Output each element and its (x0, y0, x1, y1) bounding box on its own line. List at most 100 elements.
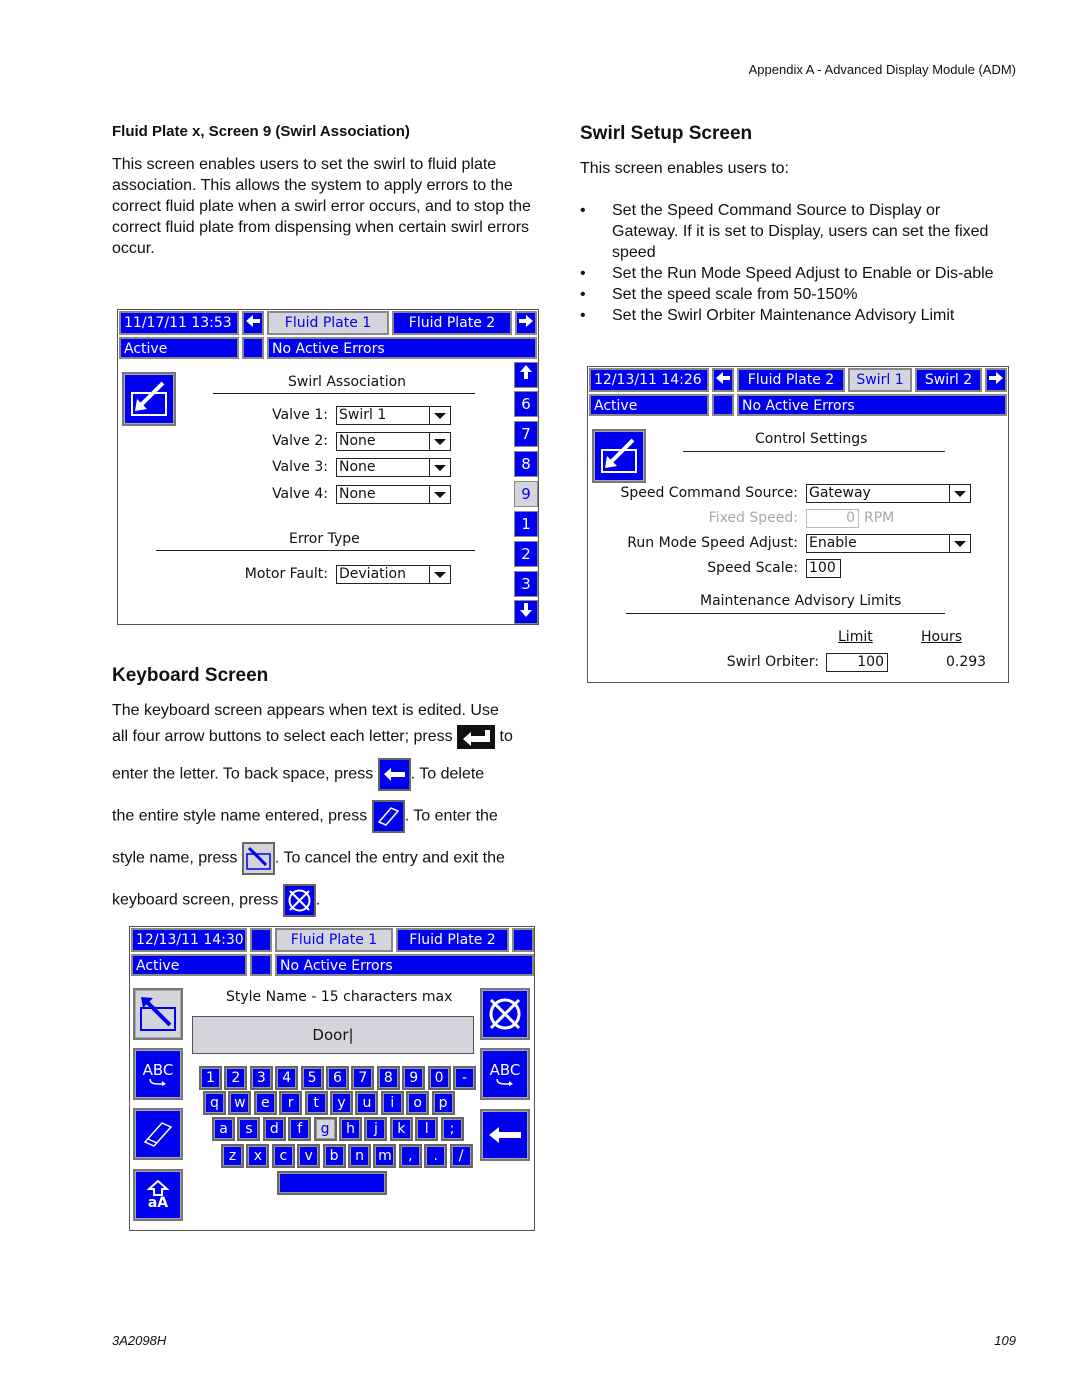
page-button-1[interactable]: 1 (514, 511, 538, 537)
valve-1-dropdown[interactable]: Swirl 1 (336, 406, 451, 425)
cancel-icon (282, 884, 316, 917)
key-1[interactable]: 1 (199, 1066, 222, 1090)
swirl-association-heading: Fluid Plate x, Screen 9 (Swirl Associati… (112, 123, 410, 140)
speed-command-source-dropdown[interactable]: Gateway (806, 484, 971, 503)
key-i[interactable]: i (380, 1091, 404, 1115)
prev-tab-button[interactable] (242, 311, 264, 335)
next-tab-button[interactable] (515, 311, 537, 335)
tab-fluid-plate-2[interactable]: Fluid Plate 2 (737, 368, 845, 392)
page-button-2[interactable]: 2 (514, 541, 538, 567)
speed-command-source-value: Gateway (809, 485, 871, 501)
key-/[interactable]: / (449, 1144, 473, 1168)
errors-field: No Active Errors (267, 337, 537, 359)
tab-fluid-plate-1[interactable]: Fluid Plate 1 (267, 311, 389, 335)
edit-button[interactable] (122, 372, 176, 426)
key-;[interactable]: ; (440, 1117, 464, 1141)
speed-scale-label: Speed Scale: (707, 560, 798, 576)
speed-command-source-label: Speed Command Source: (620, 485, 798, 501)
section-maintenance-advisory-limits: Maintenance Advisory Limits (700, 593, 902, 609)
key-f[interactable]: f (288, 1117, 312, 1141)
valve-2-value: None (339, 433, 376, 449)
scroll-down-button[interactable] (514, 600, 538, 624)
abc-left-button[interactable]: ABC (133, 1048, 183, 1100)
key-a[interactable]: a (212, 1117, 235, 1141)
tab-fluid-plate-2[interactable]: Fluid Plate 2 (396, 928, 509, 952)
key-6[interactable]: 6 (326, 1066, 349, 1090)
abc-right-button[interactable]: ABC (480, 1048, 530, 1100)
key-t[interactable]: t (304, 1091, 328, 1115)
key-s[interactable]: s (237, 1117, 261, 1141)
swirl-association-screen: 11/17/11 13:53 Fluid Plate 1 Fluid Plate… (117, 309, 539, 625)
next-tab-button[interactable] (985, 368, 1007, 392)
page-button-8[interactable]: 8 (514, 451, 538, 477)
valve-2-dropdown[interactable]: None (336, 432, 451, 451)
divider (156, 550, 475, 551)
page-button-3[interactable]: 3 (514, 571, 538, 597)
page-button-9[interactable]: 9 (514, 481, 538, 507)
key-h[interactable]: h (339, 1117, 362, 1141)
speed-scale-input[interactable]: 100 (806, 559, 841, 578)
key-9[interactable]: 9 (402, 1066, 426, 1090)
key-o[interactable]: o (406, 1091, 430, 1115)
fixed-speed-input[interactable]: 0 (806, 509, 859, 528)
key-8[interactable]: 8 (376, 1066, 400, 1090)
key-x[interactable]: x (246, 1144, 270, 1168)
clear-button[interactable] (133, 1108, 183, 1160)
tab-fluid-plate-1[interactable]: Fluid Plate 1 (275, 928, 393, 952)
column-hours: Hours (921, 629, 963, 645)
backspace-button[interactable] (480, 1109, 530, 1161)
key-c[interactable]: c (271, 1144, 295, 1168)
run-mode-speed-adjust-value: Enable (809, 535, 857, 551)
key-m[interactable]: m (373, 1144, 397, 1168)
key-5[interactable]: 5 (300, 1066, 324, 1090)
key-g[interactable]: g (313, 1117, 337, 1141)
key-4[interactable]: 4 (275, 1066, 299, 1090)
shift-button[interactable]: aA (133, 1169, 183, 1221)
page-button-7[interactable]: 7 (514, 421, 538, 447)
key-u[interactable]: u (355, 1091, 379, 1115)
style-name-input[interactable]: Door| (192, 1016, 474, 1054)
tab-swirl-2[interactable]: Swirl 2 (915, 368, 982, 392)
key-d[interactable]: d (262, 1117, 286, 1141)
key-j[interactable]: j (364, 1117, 388, 1141)
accept-button[interactable] (133, 988, 183, 1040)
key-n[interactable]: n (348, 1144, 371, 1168)
key-w[interactable]: w (228, 1091, 252, 1115)
key-b[interactable]: b (322, 1144, 346, 1168)
space-key[interactable] (277, 1171, 387, 1195)
key--[interactable]: - (453, 1066, 476, 1090)
key-,[interactable]: , (398, 1144, 422, 1168)
datetime: 12/13/11 14:30 (131, 928, 247, 952)
key-z[interactable]: z (221, 1144, 244, 1168)
valve-4-dropdown[interactable]: None (336, 485, 451, 504)
motor-fault-dropdown[interactable]: Deviation (336, 565, 451, 584)
key-e[interactable]: e (253, 1091, 277, 1115)
key-.[interactable]: . (424, 1144, 448, 1168)
scroll-up-button[interactable] (514, 362, 538, 388)
key-y[interactable]: y (330, 1091, 353, 1115)
run-mode-speed-adjust-dropdown[interactable]: Enable (806, 534, 971, 553)
key-v[interactable]: v (297, 1144, 321, 1168)
key-r[interactable]: r (279, 1091, 303, 1115)
key-p[interactable]: p (431, 1091, 455, 1115)
tab-swirl-1[interactable]: Swirl 1 (848, 368, 912, 392)
edit-button[interactable] (592, 429, 646, 483)
datetime: 12/13/11 14:26 (589, 368, 709, 392)
key-7[interactable]: 7 (351, 1066, 375, 1090)
key-l[interactable]: l (415, 1117, 439, 1141)
swirl-orbiter-limit-input[interactable]: 100 (826, 653, 888, 672)
keyboard-body: The keyboard screen appears when text is… (112, 700, 552, 917)
valve-4-label: Valve 4: (272, 486, 328, 502)
tab-fluid-plate-2[interactable]: Fluid Plate 2 (392, 311, 512, 335)
chevron-down-icon (949, 535, 970, 552)
prev-tab-button[interactable] (712, 368, 734, 392)
valve-3-dropdown[interactable]: None (336, 458, 451, 477)
key-q[interactable]: q (203, 1091, 226, 1115)
page-number: 109 (994, 1333, 1016, 1348)
page-button-6[interactable]: 6 (514, 391, 538, 417)
key-3[interactable]: 3 (249, 1066, 273, 1090)
key-2[interactable]: 2 (224, 1066, 248, 1090)
key-0[interactable]: 0 (427, 1066, 451, 1090)
cancel-button[interactable] (480, 988, 530, 1040)
key-k[interactable]: k (389, 1117, 413, 1141)
